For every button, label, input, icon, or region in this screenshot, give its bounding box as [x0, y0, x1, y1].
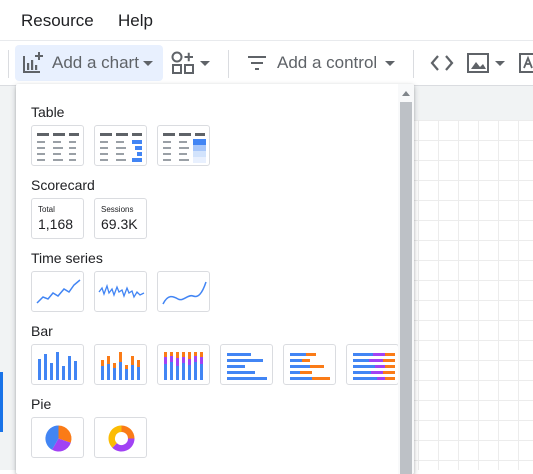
toolbar-divider: [8, 50, 9, 78]
text-icon: [519, 53, 533, 73]
chart-option-table-heatmap[interactable]: [157, 125, 210, 166]
chevron-down-icon: [385, 60, 396, 66]
percent-stacked-column-icon: [164, 352, 203, 380]
chart-option-table[interactable]: [31, 125, 84, 166]
scroll-up-arrow-icon[interactable]: [402, 91, 410, 96]
menu-scrollbar[interactable]: [398, 84, 414, 474]
stacked-column-icon: [101, 352, 140, 380]
add-control-label: Add a control: [277, 53, 378, 72]
menubar: Resource Help: [0, 0, 533, 40]
code-icon: [430, 55, 454, 71]
section-bar-title: Bar: [31, 323, 53, 339]
chart-option-smoothed-time-series[interactable]: [157, 271, 210, 312]
add-chart-label: Add a chart: [52, 53, 139, 72]
chart-option-sparkline[interactable]: [94, 271, 147, 312]
table-bars-icon: [100, 133, 142, 162]
chart-option-time-series[interactable]: [31, 271, 84, 312]
add-chart-button[interactable]: Add a chart: [15, 45, 163, 81]
chart-option-bar[interactable]: [220, 344, 273, 385]
toolbar: Add a chart Add a control: [0, 40, 533, 86]
community-visualizations-icon: [171, 51, 194, 74]
scorecard-metric-label: Sessions: [101, 205, 134, 214]
image-icon: [467, 53, 489, 73]
section-scorecard-title: Scorecard: [31, 177, 95, 193]
bar-chart-icon: [227, 353, 267, 380]
chevron-down-icon: [200, 60, 210, 66]
image-button[interactable]: [465, 45, 509, 81]
section-pie-title: Pie: [31, 396, 52, 412]
donut-chart-icon: [108, 425, 135, 452]
chart-option-scorecard-compact[interactable]: Sessions 69.3K: [94, 198, 147, 239]
section-table-title: Table: [31, 104, 65, 120]
time-series-icon: [36, 279, 81, 304]
chart-option-pie[interactable]: [31, 417, 84, 458]
scrollbar-thumb[interactable]: [400, 102, 412, 474]
chevron-down-icon: [495, 60, 505, 66]
add-chart-icon: [23, 52, 43, 73]
filter-icon: [248, 56, 266, 70]
menu-help[interactable]: Help: [118, 11, 153, 31]
scorecard-metric-label: Total: [38, 205, 55, 214]
stacked-bar-icon: [290, 353, 330, 380]
chart-option-stacked-column[interactable]: [94, 344, 147, 385]
menu-resource[interactable]: Resource: [21, 11, 94, 31]
add-control-button[interactable]: Add a control: [240, 45, 400, 81]
chart-option-stacked-bar[interactable]: [283, 344, 336, 385]
chart-option-100-stacked-bar[interactable]: [346, 344, 399, 385]
chart-option-donut[interactable]: [94, 417, 147, 458]
pie-chart-icon: [45, 425, 72, 452]
chart-option-table-with-bars[interactable]: [94, 125, 147, 166]
smoothed-time-series-icon: [162, 281, 207, 305]
column-chart-icon: [38, 352, 77, 380]
table-heatmap-icon: [163, 133, 206, 163]
selection-handle[interactable]: [0, 372, 4, 432]
scorecard-metric-value: 69.3K: [101, 216, 138, 232]
chart-option-scorecard[interactable]: Total 1,168: [31, 198, 84, 239]
section-timeseries-title: Time series: [31, 250, 103, 266]
scorecard-metric-value: 1,168: [38, 216, 74, 232]
chart-option-column[interactable]: [31, 344, 84, 385]
percent-stacked-bar-icon: [353, 353, 395, 380]
table-icon: [37, 133, 79, 161]
sparkline-icon: [98, 283, 145, 299]
toolbar-divider: [228, 50, 229, 78]
report-page-grid[interactable]: [398, 120, 533, 470]
chevron-down-icon: [142, 60, 153, 66]
embed-code-button[interactable]: [425, 45, 459, 81]
community-visualizations-button[interactable]: [170, 45, 214, 81]
toolbar-divider: [413, 50, 414, 78]
text-button[interactable]: [518, 45, 533, 81]
chart-option-100-stacked-column[interactable]: [157, 344, 210, 385]
add-chart-menu: Table Scorecard Total 1,168 Sessions 69.…: [16, 84, 414, 474]
